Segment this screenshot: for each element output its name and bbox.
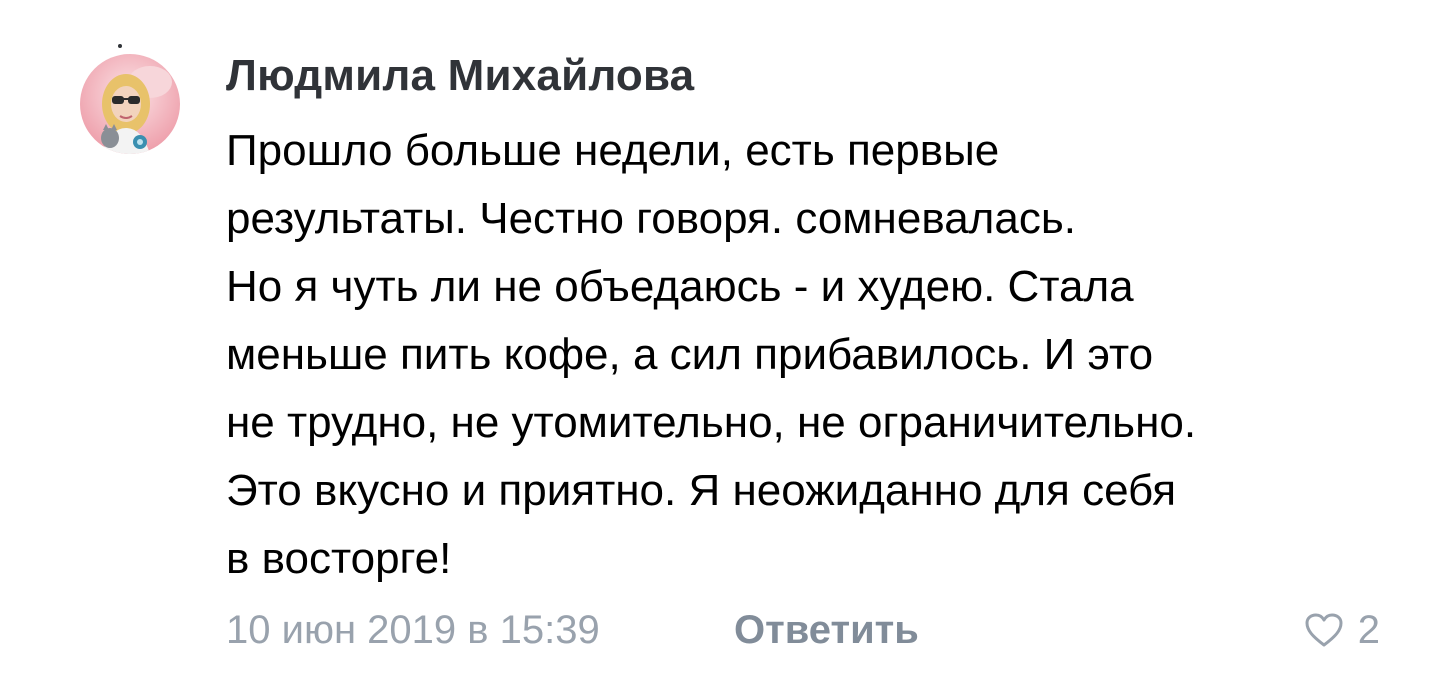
comment-footer: 10 июн 2019 в 15:39 Ответить 2: [226, 600, 1396, 660]
comment-text-line: Прошло больше недели, есть первые: [226, 126, 1000, 175]
comment-text-line: меньше пить кофе, а сил прибавилось. И э…: [226, 330, 1154, 379]
heart-outline-icon: [1305, 613, 1343, 647]
comment-text-line: результаты. Честно говоря. сомневалась.: [226, 194, 1076, 243]
comment-text-line: Но я чуть ли не объедаюсь - и худею. Ста…: [226, 262, 1134, 311]
comment-text: Прошло больше недели, есть первые резуль…: [226, 117, 1406, 593]
comment-author[interactable]: Людмила Михайлова: [226, 46, 694, 106]
comment: Людмила Михайлова Прошло больше недели, …: [0, 0, 1437, 700]
reply-button[interactable]: Ответить: [734, 600, 919, 660]
comment-text-line: Это вкусно и приятно. Я неожиданно для с…: [226, 466, 1177, 515]
avatar-image: [80, 44, 180, 154]
avatar[interactable]: [80, 42, 180, 166]
comment-text-line: в восторге!: [226, 534, 452, 583]
comment-text-line: не трудно, не утомительно, не ограничите…: [226, 398, 1197, 447]
comment-date[interactable]: 10 июн 2019 в 15:39: [226, 600, 600, 660]
like-count: 2: [1357, 608, 1380, 652]
like-button[interactable]: 2: [1304, 600, 1380, 660]
